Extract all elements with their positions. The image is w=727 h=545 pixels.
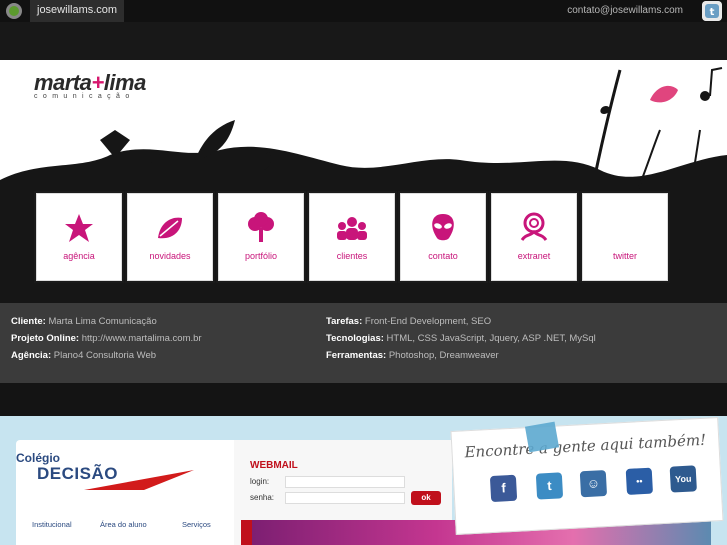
ok-button: ok (411, 491, 441, 505)
nav-item-twitter[interactable]: twitter (582, 193, 668, 281)
nav-label: novidades (149, 251, 191, 261)
twitter-icon: t (535, 472, 564, 500)
login-label: login: (250, 477, 270, 486)
orkut-icon: ☺ (579, 470, 608, 498)
info-label: Cliente: (11, 316, 46, 327)
flickr-icon: •• (625, 467, 654, 495)
info-projeto: Projeto Online: http://www.martalima.com… (11, 333, 202, 344)
nav-item-clientes[interactable]: clientes (309, 193, 395, 281)
leaf-icon (158, 217, 182, 239)
senha-label: senha: (250, 493, 275, 502)
brand-plus: + (91, 70, 104, 95)
home-icon (241, 520, 252, 545)
project-info-panel: Cliente: Marta Lima Comunicação Projeto … (0, 303, 727, 383)
brand-logo[interactable]: marta+lima comunicação (34, 70, 146, 100)
alien-icon (432, 214, 454, 241)
nav-item-portfolio[interactable]: portfólio (218, 193, 304, 281)
svg-text:t: t (710, 7, 715, 18)
tree-icon (248, 212, 274, 242)
nav-label: extranet (517, 251, 551, 261)
brand-tagline: comunicação (34, 93, 135, 100)
social-note: Encontre a gente aqui também! f t ☺ •• Y… (450, 417, 724, 535)
info-label: Ferramentas: (326, 350, 387, 361)
info-value: Plano4 Consultoria Web (53, 350, 157, 361)
preview-logo-line1: Colégio (16, 451, 60, 465)
info-value: HTML, CSS JavaScript, Jquery, ASP .NET, … (386, 333, 596, 344)
info-label: Tecnologias: (326, 333, 384, 344)
youtube-icon: You (669, 465, 697, 493)
project-hero: marta+lima comunicação agência novidades (0, 60, 727, 303)
info-tecnologias: Tecnologias: HTML, CSS JavaScript, Jquer… (326, 333, 596, 344)
next-project-preview[interactable]: Colégio DECISÃO Institucional Área do al… (0, 416, 727, 545)
info-agencia: Agência: Plano4 Consultoria Web (11, 350, 156, 361)
webmail-title: WEBMAIL (250, 460, 298, 471)
nav-item-contato[interactable]: contato (400, 193, 486, 281)
preview-menu-item: Institucional (32, 520, 72, 529)
site-logo-icon[interactable] (3, 2, 25, 20)
flower-icon (65, 214, 93, 242)
info-value: Photoshop, Dreamweaver (388, 350, 499, 361)
top-bar: josewillams.com contato@josewillams.com … (0, 0, 727, 22)
header-band (0, 22, 727, 60)
nav-label: clientes (336, 251, 368, 261)
info-label: Projeto Online: (11, 333, 80, 344)
site-tab[interactable]: josewillams.com (30, 0, 125, 22)
tape-decoration (524, 421, 560, 453)
people-icon (337, 217, 367, 240)
preview-menu: Institucional Área do aluno Serviços (16, 518, 234, 533)
nav-label: twitter (612, 251, 637, 261)
brand-name-right: lima (103, 70, 147, 95)
senha-field (285, 492, 405, 504)
info-tarefas: Tarefas: Front-End Development, SEO (326, 316, 491, 327)
spiral-icon (520, 212, 548, 241)
facebook-icon: f (489, 474, 518, 503)
nav-item-extranet[interactable]: extranet (491, 193, 577, 281)
login-field (285, 476, 405, 488)
nav-label: portfólio (244, 251, 278, 261)
note-title: Encontre a gente aqui também! (464, 430, 707, 462)
nav-item-agencia[interactable]: agência (36, 193, 122, 281)
section-divider (0, 383, 727, 416)
twitter-icon[interactable]: t (702, 1, 722, 21)
preview-logo-line2: DECISÃO (37, 464, 118, 483)
info-value: Front-End Development, SEO (364, 316, 492, 327)
info-label: Tarefas: (326, 316, 363, 327)
info-cliente: Cliente: Marta Lima Comunicação (11, 316, 157, 327)
nav-label: agência (63, 251, 95, 261)
nav-item-novidades[interactable]: novidades (127, 193, 213, 281)
info-label: Agência: (11, 350, 52, 361)
contact-email-link[interactable]: contato@josewillams.com (567, 5, 683, 16)
info-ferramentas: Ferramentas: Photoshop, Dreamweaver (326, 350, 499, 361)
preview-menu-item: Serviços (182, 520, 211, 529)
info-value: Marta Lima Comunicação (48, 316, 157, 327)
nav-label: contato (428, 251, 458, 261)
preview-menu-item: Área do aluno (100, 520, 147, 529)
brand-name-left: marta (34, 70, 92, 95)
project-url-link[interactable]: http://www.martalima.com.br (82, 333, 202, 344)
